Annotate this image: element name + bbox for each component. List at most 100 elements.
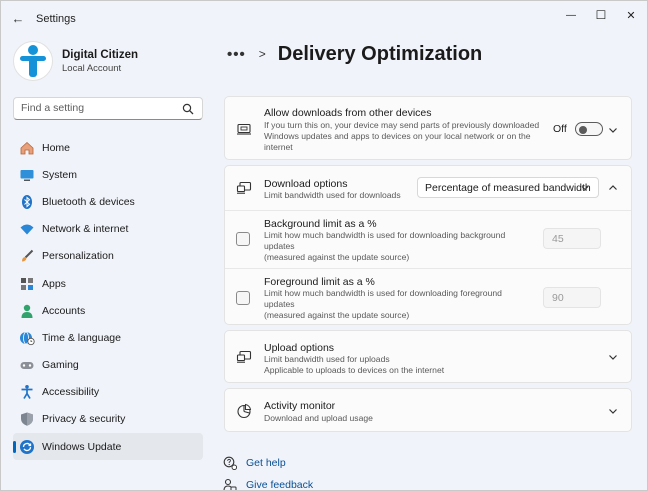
home-icon [19,140,35,156]
give-feedback-link[interactable]: Give feedback [223,477,314,491]
close-icon: ✕ [626,9,636,22]
allow-downloads-description-line: internet [264,142,293,152]
search-icon[interactable] [182,103,194,115]
profile-account-type: Local Account [62,62,122,74]
gamepad-icon [19,357,35,373]
apps-icon [19,276,35,292]
background-limit-description-line: (measured against the update source) [264,252,410,262]
accessibility-icon [19,384,35,400]
allow-downloads-title: Allow downloads from other devices [264,107,432,119]
minimize-icon: — [566,9,576,21]
sidebar-item-accounts[interactable]: Accounts [13,297,203,324]
bandwidth-mode-dropdown[interactable]: Percentage of measured bandwidth [417,177,599,198]
profile-name: Digital Citizen [62,48,139,61]
upload-devices-icon [236,349,252,365]
background-limit-title: Background limit as a % [264,218,377,230]
avatar [13,41,53,81]
foreground-limit-title: Foreground limit as a % [264,276,375,288]
download-options-title: Download options [264,178,348,190]
activity-monitor-card[interactable]: Activity monitor Download and upload usa… [224,388,632,432]
sidebar-item-accessibility[interactable]: Accessibility [13,379,203,406]
foreground-limit-description-line: updates [264,299,295,309]
search-input[interactable] [21,102,181,114]
page-title: Delivery Optimization [277,42,483,65]
help-chat-icon [223,456,237,470]
toggle-state-label: Off [553,123,567,135]
sidebar-item-label: System [42,168,78,181]
get-help-label: Get help [246,457,286,469]
minimize-button[interactable]: — [556,5,586,25]
close-button[interactable]: ✕ [616,5,646,25]
sidebar-item-label: Windows Update [42,440,122,453]
sidebar-item-gaming[interactable]: Gaming [13,352,203,379]
back-button[interactable]: ← [9,9,27,27]
allow-downloads-toggle[interactable] [575,122,603,136]
toggle-knob [579,125,587,134]
upload-options-subtitle-line: Limit bandwidth used for uploads [264,354,390,364]
chevron-up-icon[interactable] [607,182,619,194]
dropdown-selected-value: Percentage of measured bandwidth [425,182,591,194]
chevron-down-icon[interactable] [607,351,619,363]
globe-clock-icon [19,330,35,346]
sidebar-item-home[interactable]: Home [13,134,203,161]
download-devices-icon [236,180,252,196]
give-feedback-label: Give feedback [246,479,314,491]
upload-options-card[interactable]: Upload options Limit bandwidth used for … [224,330,632,383]
download-options-card: Download options Limit bandwidth used fo… [224,165,632,325]
sidebar-item-bluetooth[interactable]: Bluetooth & devices [13,188,203,215]
foreground-limit-checkbox[interactable] [236,291,250,305]
sidebar-item-label: Accounts [42,304,86,317]
sidebar-item-label: Time & language [42,331,121,344]
breadcrumb-overflow-button[interactable]: ••• [227,46,246,63]
sidebar-item-system[interactable]: System [13,161,203,188]
activity-monitor-title: Activity monitor [264,400,336,412]
download-options-header[interactable]: Download options Limit bandwidth used fo… [225,166,631,210]
download-options-subtitle: Limit bandwidth used for downloads [264,190,401,200]
foreground-limit-input[interactable]: 90 [543,287,601,308]
sidebar-item-label: Bluetooth & devices [42,195,135,208]
foreground-limit-description-line: Limit how much bandwidth is used for dow… [264,288,502,298]
allow-downloads-card[interactable]: Allow downloads from other devices If yo… [224,96,632,160]
sidebar-item-apps[interactable]: Apps [13,270,203,297]
settings-window: ← Settings — ☐ ✕ Digital Citizen Local A… [0,0,648,491]
wifi-icon [19,221,35,237]
sidebar-item-privacy-security[interactable]: Privacy & security [13,406,203,433]
shield-icon [19,411,35,427]
chevron-down-icon [581,186,589,191]
sidebar-item-label: Network & internet [42,223,129,236]
background-limit-value: 45 [552,233,564,245]
person-logo-icon [20,45,46,77]
sidebar-item-label: Home [42,141,71,154]
system-icon [19,167,35,183]
background-limit-row: Background limit as a % Limit how much b… [225,211,631,268]
background-limit-input[interactable]: 45 [543,228,601,249]
foreground-limit-value: 90 [552,292,564,304]
pie-chart-icon [236,403,252,419]
background-limit-description-line: Limit how much bandwidth is used for dow… [264,230,506,240]
app-title: Settings [36,13,76,25]
sidebar-item-label: Accessibility [42,386,100,399]
sidebar-item-personalization[interactable]: Personalization [13,243,203,270]
foreground-limit-row: Foreground limit as a % Limit how much b… [225,269,631,326]
get-help-link[interactable]: Get help [223,455,286,471]
upload-options-title: Upload options [264,342,335,354]
sidebar-item-windows-update[interactable]: Windows Update [13,433,203,461]
upload-options-subtitle-line: Applicable to uploads to devices on the … [264,365,445,375]
breadcrumb: ••• > Delivery Optimization [227,39,482,69]
sidebar-item-label: Gaming [42,359,79,372]
maximize-button[interactable]: ☐ [586,5,616,25]
search-box [13,97,203,120]
sidebar-item-time-language[interactable]: Time & language [13,324,203,351]
user-profile[interactable]: Digital Citizen Local Account [13,41,138,81]
foreground-limit-description-line: (measured against the update source) [264,310,410,320]
background-limit-checkbox[interactable] [236,232,250,246]
chevron-down-icon[interactable] [607,124,619,136]
sidebar-item-network[interactable]: Network & internet [13,216,203,243]
maximize-icon: ☐ [595,8,607,22]
title-bar: ← Settings — ☐ ✕ [1,1,647,35]
person-icon [19,303,35,319]
chevron-down-icon[interactable] [607,405,619,417]
back-arrow-icon: ← [11,10,25,26]
breadcrumb-separator-icon: > [258,47,266,61]
allow-downloads-description-line: If you turn this on, your device may sen… [264,120,540,130]
